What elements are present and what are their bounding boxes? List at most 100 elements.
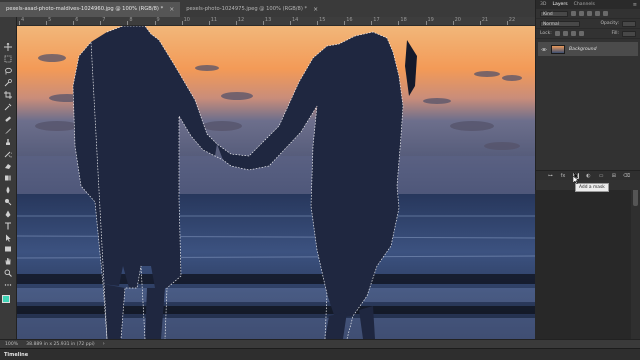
ruler-tick-mark — [235, 21, 237, 25]
close-icon[interactable]: × — [169, 2, 174, 17]
panel-menu-icon[interactable]: ≡ — [633, 2, 637, 8]
trash-icon[interactable]: ⌫ — [623, 173, 630, 179]
lock-pixels-icon[interactable] — [554, 31, 560, 36]
more-tools-icon[interactable] — [3, 281, 13, 290]
document-tab-active[interactable]: pexels-asad-photo-maldives-1024960.jpg @… — [0, 2, 181, 17]
filter-shape-icon[interactable] — [595, 11, 600, 16]
lasso-icon[interactable] — [3, 67, 13, 76]
ruler-tick-label: 20 — [454, 17, 461, 23]
hand-icon[interactable] — [3, 257, 13, 266]
ruler-tick-label: 12 — [237, 17, 245, 23]
document-tab-label: pexels-asad-photo-maldives-1024960.jpg @… — [6, 6, 164, 12]
filter-adjustment-icon[interactable] — [579, 11, 584, 16]
history-brush-icon[interactable] — [3, 150, 13, 159]
ruler-tick-mark — [73, 21, 75, 25]
quick-select-icon[interactable] — [3, 79, 13, 88]
blend-mode-value: Normal — [543, 21, 559, 27]
clone-stamp-icon[interactable] — [3, 138, 13, 147]
ruler-tick-label: 4 — [21, 17, 25, 23]
blur-icon[interactable] — [3, 186, 13, 195]
ruler-tick-label: 21 — [481, 17, 489, 23]
lock-label: Lock: — [540, 31, 552, 36]
tab-3d[interactable]: 3D — [540, 2, 546, 7]
shape-icon[interactable] — [3, 245, 13, 254]
tools-panel — [0, 17, 17, 339]
ruler-tick-label: 13 — [264, 17, 272, 23]
fill-label: Fill: — [611, 31, 619, 36]
tooltip: Add a mask — [575, 183, 609, 192]
ruler-tick-label: 11 — [210, 17, 218, 23]
lock-position-icon[interactable] — [562, 31, 568, 36]
document-tab[interactable]: pexels-photo-1024975.jpeg @ 100% (RGB/8)… — [180, 2, 324, 17]
zoom-icon[interactable] — [3, 269, 13, 278]
timeline-panel: Timeline — [0, 348, 640, 360]
layers-footer: ⊶ fx ◙ ◐ ▭ ⊞ ⌫ — [536, 170, 640, 180]
eye-icon[interactable] — [541, 47, 547, 52]
type-icon[interactable] — [3, 221, 13, 230]
status-bar: 100% 38.889 in x 25.931 in (72 ppi) › — [0, 339, 640, 348]
ruler-tick-label: 6 — [75, 17, 79, 23]
pen-icon[interactable] — [3, 209, 13, 218]
move-icon[interactable] — [3, 43, 13, 52]
eyedropper-icon[interactable] — [3, 102, 13, 111]
fill-input[interactable] — [622, 30, 636, 37]
link-icon[interactable]: ⊶ — [547, 173, 553, 179]
dodge-icon[interactable] — [3, 198, 13, 207]
adjustment-icon[interactable]: ◐ — [585, 173, 591, 179]
filter-type-icon[interactable] — [587, 11, 592, 16]
layer-row-background[interactable]: Background — [538, 42, 638, 56]
ruler-tick-label: 10 — [183, 17, 190, 23]
panel-dock-empty — [535, 190, 631, 339]
document-canvas[interactable] — [17, 26, 535, 339]
canvas-photo — [17, 26, 535, 339]
ruler-tick-label: 8 — [129, 17, 133, 23]
panel-tabs: 3D Layers Channels ≡ — [536, 0, 640, 9]
lock-all-icon[interactable] — [578, 31, 584, 36]
path-select-icon[interactable] — [3, 233, 13, 242]
opacity-input[interactable] — [622, 20, 636, 27]
ruler-tick-mark — [154, 21, 156, 25]
ruler-tick-label: 17 — [373, 17, 380, 23]
ruler-tick-mark — [19, 21, 20, 25]
filter-smart-object-icon[interactable] — [603, 11, 608, 16]
cursor-icon — [573, 176, 579, 184]
ruler-tick-mark — [181, 21, 183, 25]
color-swatches[interactable] — [2, 294, 14, 307]
tab-layers[interactable]: Layers — [552, 2, 567, 7]
ruler-tick-mark — [100, 21, 102, 25]
chevron-right-icon[interactable]: › — [103, 341, 105, 347]
new-layer-icon[interactable]: ⊞ — [611, 173, 617, 179]
document-tabs: pexels-asad-photo-maldives-1024960.jpg @… — [0, 0, 535, 17]
filter-pixel-icon[interactable] — [571, 11, 576, 16]
foreground-color-swatch[interactable] — [2, 294, 10, 303]
ruler-tick-label: 18 — [400, 17, 407, 23]
ruler-tick-label: 16 — [346, 17, 353, 23]
filter-kind-value: Kind — [543, 11, 553, 17]
ruler-tick-label: 5 — [48, 17, 52, 23]
layer-filter-row: Kind — [536, 9, 640, 19]
eraser-icon[interactable] — [3, 162, 13, 171]
healing-icon[interactable] — [3, 114, 13, 123]
crop-icon[interactable] — [3, 90, 13, 100]
tab-channels[interactable]: Channels — [574, 2, 595, 7]
document-tab-label: pexels-photo-1024975.jpeg @ 100% (RGB/8)… — [186, 6, 308, 12]
gradient-icon[interactable] — [3, 174, 13, 183]
marquee-icon[interactable] — [3, 55, 13, 64]
close-icon[interactable]: × — [313, 2, 318, 17]
fx-icon[interactable]: fx — [560, 173, 566, 179]
ruler-horizontal[interactable]: 4 5 6 7 8 9 10 11 12 13 14 15 16 17 18 19 20 21 22 — [17, 17, 535, 26]
opacity-label: Opacity: — [600, 21, 620, 26]
blend-mode-select[interactable]: Normal — [540, 20, 580, 27]
zoom-level[interactable]: 100% — [5, 342, 18, 347]
filter-kind-select[interactable]: Kind — [540, 10, 568, 17]
group-icon[interactable]: ▭ — [598, 173, 604, 179]
ruler-tick-mark — [398, 21, 400, 25]
ruler-tick-mark — [344, 21, 346, 25]
timeline-label[interactable]: Timeline — [4, 352, 28, 358]
layer-name: Background — [569, 46, 597, 52]
lock-artboard-icon[interactable] — [570, 31, 576, 36]
ruler-tick-mark — [506, 21, 508, 25]
ruler-tick-label: 19 — [427, 17, 434, 23]
ruler-tick-label: 9 — [156, 17, 160, 23]
brush-icon[interactable] — [3, 126, 13, 135]
